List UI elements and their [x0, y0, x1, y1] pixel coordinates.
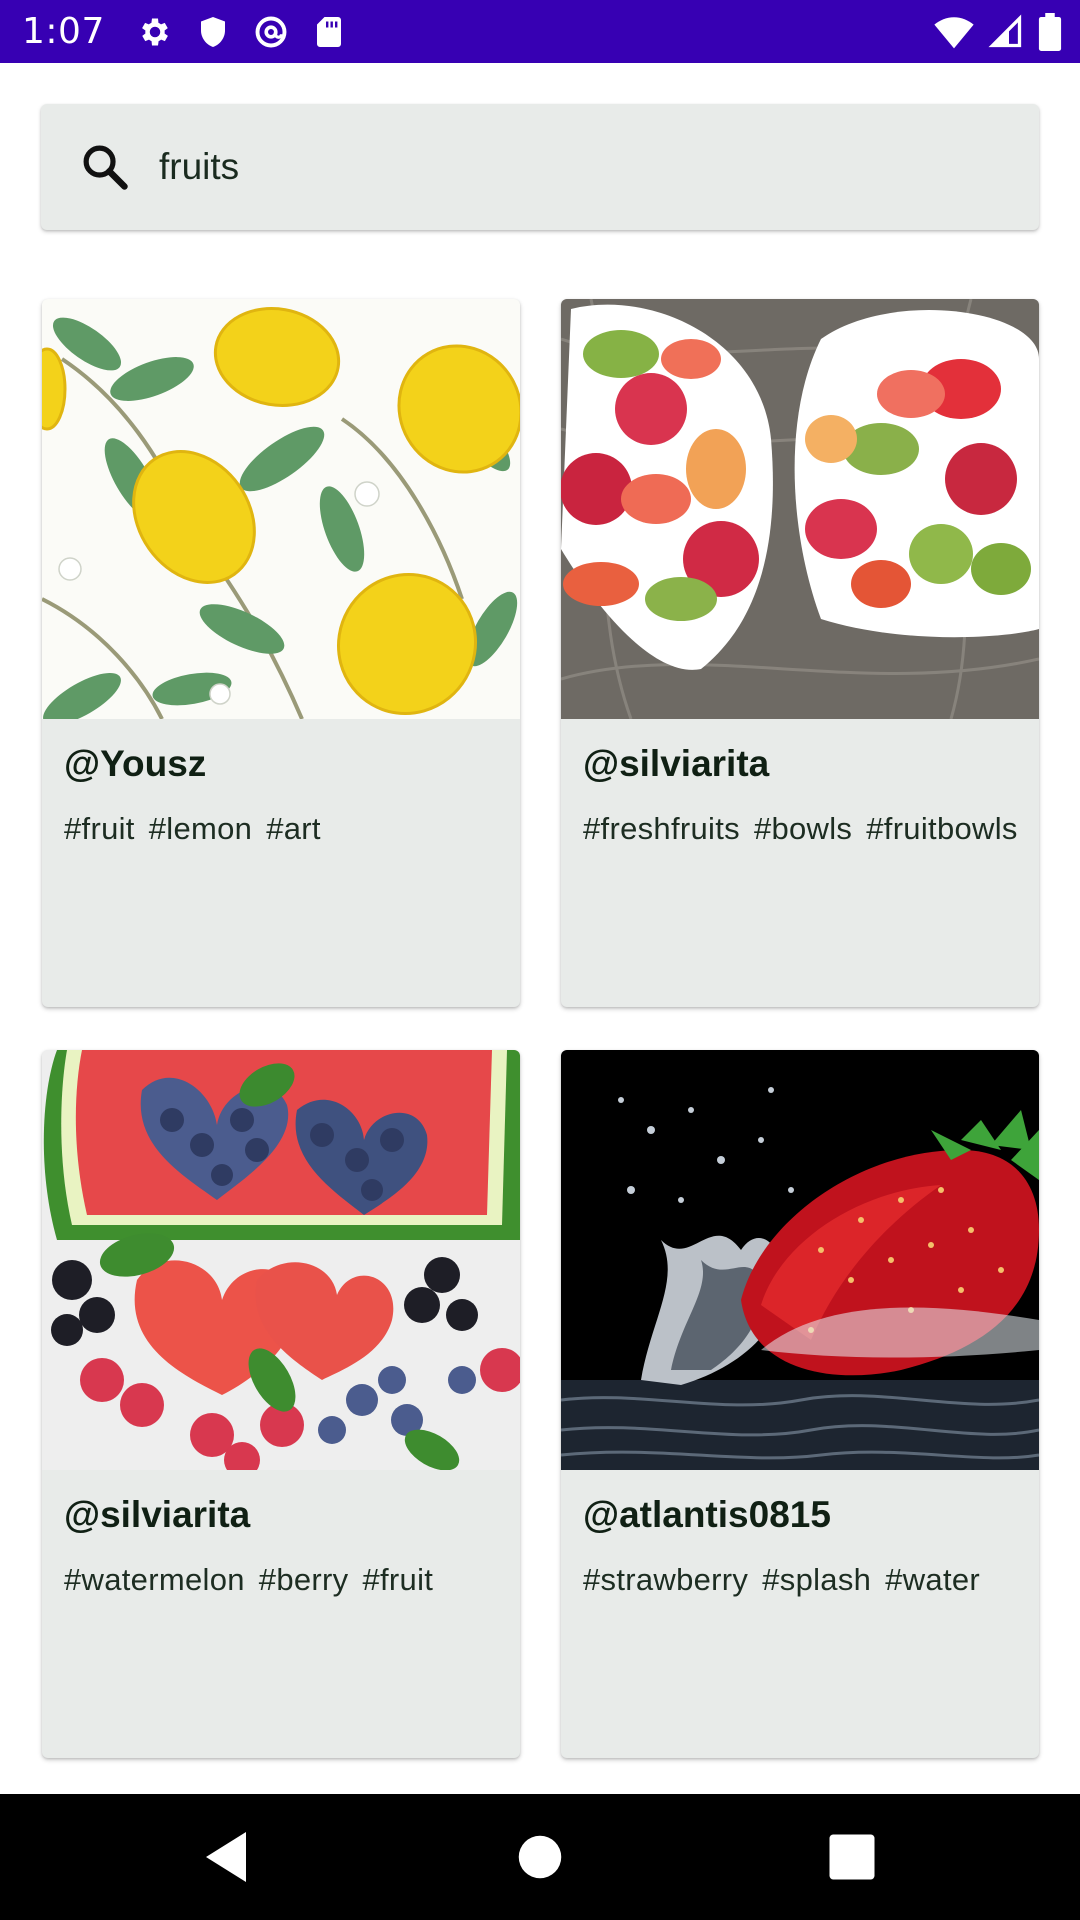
card-tags: #watermelon #berry #fruit [64, 1560, 504, 1600]
tag[interactable]: #splash [762, 1560, 871, 1600]
navigation-bar [0, 1794, 1080, 1920]
tag[interactable]: #strawberry [583, 1560, 748, 1600]
photo-card[interactable]: @silviarita #freshfruits #bowls #fruitbo… [561, 299, 1039, 1007]
status-time: 1:07 [22, 11, 105, 52]
card-author[interactable]: @silviarita [583, 743, 769, 785]
tag[interactable]: #lemon [149, 809, 252, 849]
photo-card[interactable]: @silviarita #watermelon #berry #fruit [42, 1050, 520, 1758]
tag[interactable]: #art [266, 809, 321, 849]
card-tags: #freshfruits #bowls #fruitbowls [583, 809, 1023, 849]
home-circle-icon[interactable] [510, 1827, 570, 1887]
status-system-icons [934, 0, 1062, 63]
fruit-bowls [561, 299, 1039, 719]
at-sign-circle-icon [255, 16, 287, 47]
back-triangle-icon[interactable] [196, 1827, 256, 1887]
card-image-lemons[interactable] [42, 299, 520, 719]
cell-signal-icon [988, 14, 1022, 47]
status-notification-icons [137, 14, 347, 50]
search-input[interactable] [159, 134, 959, 200]
tag[interactable]: #water [885, 1560, 980, 1600]
tag[interactable]: #fruit [362, 1560, 433, 1600]
card-author[interactable]: @atlantis0815 [583, 1494, 831, 1536]
recents-square-icon[interactable] [822, 1827, 882, 1887]
tag[interactable]: #berry [259, 1560, 349, 1600]
card-tags: #strawberry #splash #water [583, 1560, 1023, 1600]
tag[interactable]: #watermelon [64, 1560, 245, 1600]
lemons-illustration [42, 299, 520, 719]
card-author[interactable]: @silviarita [64, 1494, 250, 1536]
photo-card[interactable]: @Yousz #fruit #lemon #art [42, 299, 520, 1007]
card-image-strawberry[interactable] [561, 1050, 1039, 1470]
settings-gear-icon [141, 18, 168, 45]
wifi-icon [934, 16, 974, 48]
status-bar: 1:07 [0, 0, 1080, 63]
search-bar[interactable] [41, 104, 1039, 230]
watermelon-hearts [42, 1050, 520, 1470]
card-author[interactable]: @Yousz [64, 743, 206, 785]
search-icon [83, 145, 128, 190]
battery-icon [1038, 12, 1062, 51]
shield-icon [200, 16, 225, 47]
card-image-fruit-bowls[interactable] [561, 299, 1039, 719]
tag[interactable]: #fruit [64, 809, 135, 849]
tag[interactable]: #fruitbowls [866, 809, 1017, 849]
tag[interactable]: #freshfruits [583, 809, 740, 849]
tag[interactable]: #bowls [754, 809, 852, 849]
card-image-watermelon[interactable] [42, 1050, 520, 1470]
sd-card-icon [316, 16, 341, 47]
card-tags: #fruit #lemon #art [64, 809, 504, 849]
strawberry-splash [561, 1050, 1039, 1470]
photo-card[interactable]: @atlantis0815 #strawberry #splash #water [561, 1050, 1039, 1758]
